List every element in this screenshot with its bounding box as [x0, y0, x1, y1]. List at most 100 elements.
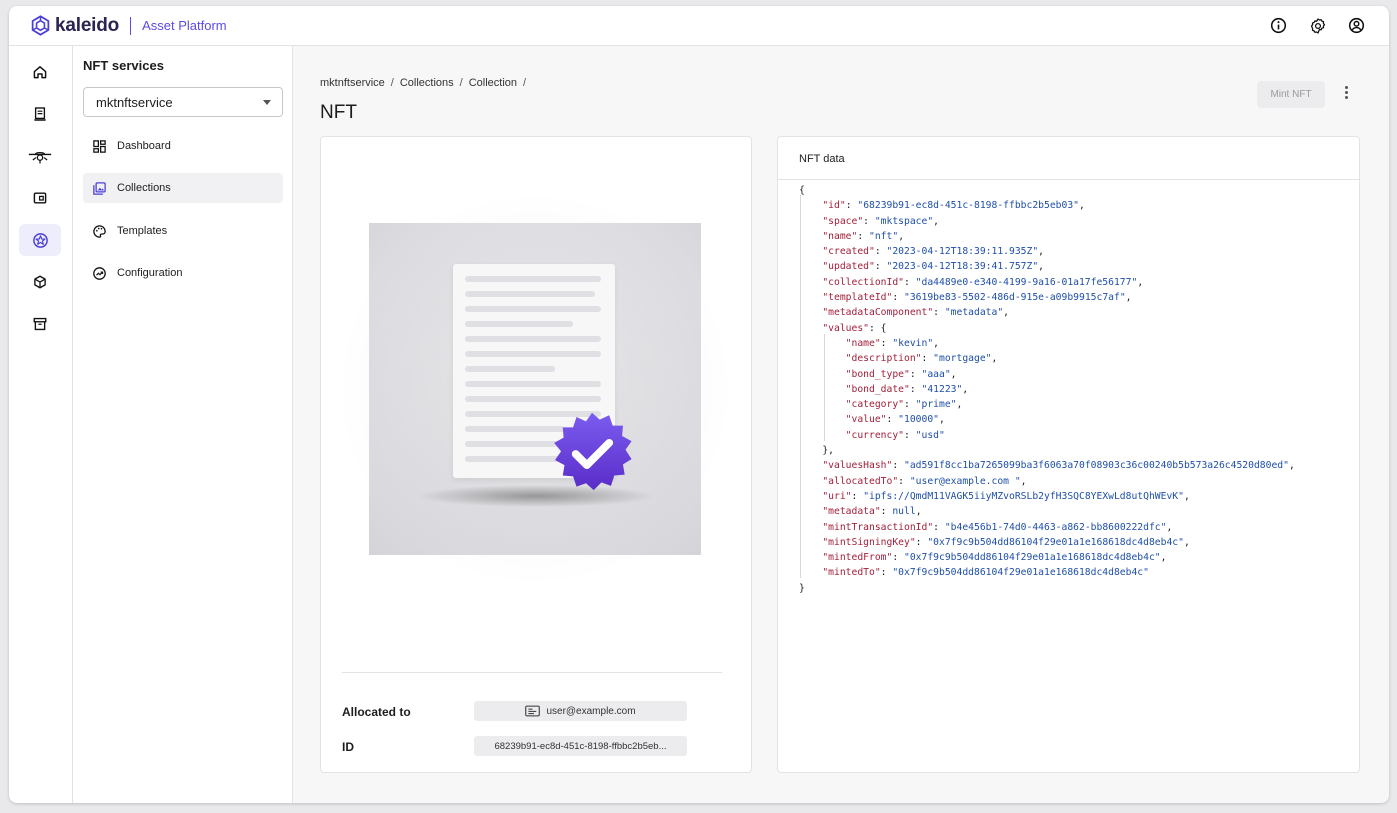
json-line: "mintedFrom": "0x7f9c9b504dd86104f29e01a…	[822, 552, 1167, 564]
cube-icon	[34, 275, 46, 289]
mint-nft-button[interactable]: Mint NFT	[1257, 81, 1325, 108]
brand-divider	[130, 16, 132, 35]
sidebar-item-templates[interactable]: Templates	[83, 216, 283, 246]
top-bar: kaleido Asset Platform	[9, 6, 1389, 46]
gear-icon[interactable]	[1307, 15, 1328, 36]
json-line: "updated": "2023-04-12T18:39:41.757Z",	[822, 261, 1045, 273]
id-label: ID	[342, 740, 354, 754]
json-key: "value"	[845, 414, 887, 426]
json-value: "ad591f8cc1ba7265099ba3f6063a70f08903c36…	[904, 460, 1289, 472]
json-line: "id": "68239b91-ec8d-451c-8198-ffbbc2b5e…	[822, 200, 1085, 212]
sidebar-item-configuration[interactable]: Configuration	[83, 258, 283, 288]
nft-data-card: NFT data { "id": "68239b91-ec8d-451c-819…	[777, 136, 1360, 773]
json-line: },	[799, 445, 834, 457]
nft-preview-card: Allocated to user@example.com ID 68239b9…	[320, 136, 752, 773]
sidebar-item-dashboard[interactable]: Dashboard	[83, 131, 283, 161]
wallet-icon	[33, 192, 47, 204]
json-line: "created": "2023-04-12T18:39:11.935Z",	[822, 246, 1045, 258]
verified-badge-icon	[554, 412, 632, 491]
json-value: "mktspace"	[874, 215, 934, 227]
json-key: "bond_type"	[845, 368, 910, 380]
json-key: "metadataComponent"	[822, 307, 934, 319]
json-key: "name"	[822, 230, 858, 242]
sidebar-title: NFT services	[83, 58, 164, 73]
json-line: "collectionId": "da4489e0-e340-4199-9a16…	[822, 276, 1144, 288]
json-value: "mortgage"	[933, 353, 992, 365]
rail-home[interactable]	[19, 56, 61, 88]
rail-cube[interactable]	[19, 266, 61, 298]
json-key: "values"	[822, 322, 870, 334]
json-value: "41223"	[921, 383, 963, 395]
json-value: null	[892, 506, 916, 518]
top-actions	[1268, 15, 1367, 36]
json-key: "mintedTo"	[822, 567, 881, 579]
json-key: "created"	[822, 246, 875, 258]
brand[interactable]: kaleido Asset Platform	[30, 15, 227, 37]
json-key: "valuesHash"	[822, 460, 893, 472]
more-options-icon[interactable]	[1340, 86, 1352, 104]
json-key: "mintSigningKey"	[822, 536, 916, 548]
main-content: mktnftservice / Collections / Collection…	[293, 46, 1389, 803]
json-key: "collectionId"	[822, 276, 904, 288]
allocated-to-label: Allocated to	[342, 705, 411, 719]
json-line: "bond_type": "aaa",	[845, 368, 957, 380]
json-value: "usd"	[915, 429, 945, 441]
breadcrumb-service[interactable]: mktnftservice	[320, 77, 385, 89]
json-line: "templateId": "3619be83-5502-486d-915e-a…	[822, 292, 1132, 304]
json-key: "name"	[845, 337, 881, 349]
json-key: "category"	[845, 399, 904, 411]
account-icon[interactable]	[1346, 15, 1367, 36]
json-line: "mintTransactionId": "b4e456b1-74d0-4463…	[822, 521, 1173, 533]
json-line: "mintedTo": "0x7f9c9b504dd86104f29e01a1e…	[822, 567, 1149, 579]
nft-data-header: NFT data	[778, 137, 1359, 180]
kaleido-logo-icon	[31, 15, 50, 36]
json-value: "68239b91-ec8d-451c-8198-ffbbc2b5eb03"	[857, 200, 1079, 212]
sidebar-item-label: Configuration	[117, 267, 183, 279]
json-value: "kevin"	[892, 337, 934, 349]
json-line: "value": "10000",	[845, 414, 945, 426]
json-key: "uri"	[822, 490, 852, 502]
info-icon[interactable]	[1268, 15, 1289, 36]
app-window: kaleido Asset Platform NFT services mktn…	[9, 6, 1389, 803]
nft-json-viewer: { "id": "68239b91-ec8d-451c-8198-ffbbc2b…	[799, 183, 1349, 596]
rail-wallet[interactable]	[19, 182, 61, 214]
json-key: "metadata"	[822, 506, 881, 518]
json-value: "0x7f9c9b504dd86104f29e01a1e168618dc4d8e…	[927, 536, 1184, 548]
json-value: "3619be83-5502-486d-915e-a09b9915c7af"	[904, 292, 1126, 304]
id-value[interactable]: 68239b91-ec8d-451c-8198-ffbbc2b5eb...	[474, 736, 687, 756]
json-line: "uri": "ipfs://QmdM11VAGK5iiyMZvoRSLb2yf…	[822, 490, 1190, 502]
json-line: "category": "prime",	[845, 399, 963, 411]
rail-network[interactable]	[19, 140, 61, 172]
id-card-icon	[525, 705, 541, 717]
json-value: "0x7f9c9b504dd86104f29e01a1e168618dc4d8e…	[904, 552, 1161, 564]
json-value: "aaa"	[921, 368, 951, 380]
json-value: "user@example.com "	[909, 475, 1021, 487]
breadcrumb-separator: /	[459, 77, 463, 89]
breadcrumb-separator: /	[523, 77, 527, 89]
breadcrumb-collection[interactable]: Collection	[469, 77, 517, 89]
page-title: NFT	[320, 102, 357, 123]
brand-name: kaleido	[55, 14, 120, 36]
allocated-to-value[interactable]: user@example.com	[474, 701, 687, 721]
network-icon	[28, 151, 52, 164]
configuration-icon	[91, 265, 107, 281]
json-line: "valuesHash": "ad591f8cc1ba7265099ba3f60…	[822, 460, 1295, 472]
chevron-down-icon	[263, 100, 271, 105]
sidebar-item-collections[interactable]: Collections	[83, 173, 283, 203]
rail-nft[interactable]	[19, 224, 61, 256]
json-value: "ipfs://QmdM11VAGK5iiyMZvoRSLb2yfH3SQC8Y…	[863, 490, 1184, 502]
json-line: "description": "mortgage",	[845, 353, 998, 365]
rail-ledger[interactable]	[19, 98, 61, 130]
json-value: "metadata"	[944, 307, 1004, 319]
json-value: "2023-04-12T18:39:41.757Z"	[886, 261, 1039, 273]
archive-icon	[33, 317, 47, 331]
rail-archive[interactable]	[19, 308, 61, 340]
json-key: "id"	[822, 200, 846, 212]
product-name: Asset Platform	[142, 18, 227, 33]
breadcrumb-collections[interactable]: Collections	[400, 77, 454, 89]
json-line: "space": "mktspace",	[822, 215, 940, 227]
service-select[interactable]: mktnftservice	[83, 87, 283, 117]
json-key: "templateId"	[822, 292, 893, 304]
breadcrumb: mktnftservice / Collections / Collection…	[320, 77, 526, 89]
json-key: "description"	[845, 353, 922, 365]
